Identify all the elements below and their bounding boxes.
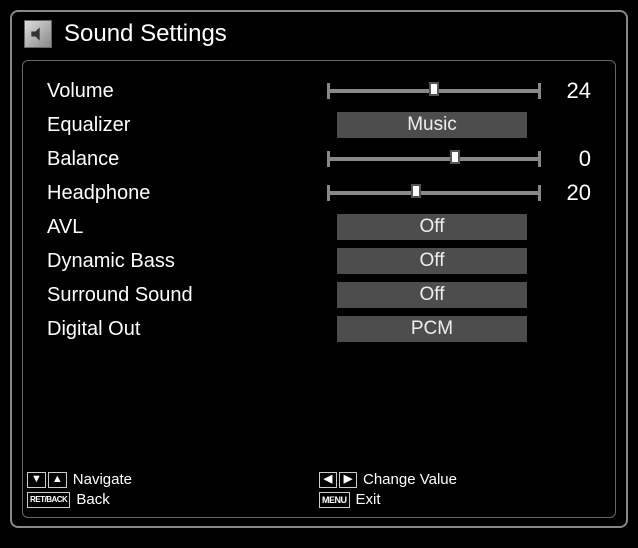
row-dynamic-bass[interactable]: Dynamic Bass Off: [47, 245, 591, 277]
hint-exit-label: Exit: [356, 491, 381, 508]
row-volume[interactable]: Volume 24: [47, 75, 591, 107]
select-dynamic-bass[interactable]: Off: [337, 248, 527, 274]
row-avl[interactable]: AVL Off: [47, 211, 591, 243]
label-headphone: Headphone: [47, 182, 327, 205]
key-left-icon: ◀: [319, 472, 337, 488]
label-balance: Balance: [47, 148, 327, 171]
slider-headphone[interactable]: 20: [327, 180, 591, 206]
row-surround[interactable]: Surround Sound Off: [47, 279, 591, 311]
key-right-icon: ▶: [339, 472, 357, 488]
row-digital-out[interactable]: Digital Out PCM: [47, 313, 591, 345]
slider-volume[interactable]: 24: [327, 78, 591, 104]
hint-navigate-label: Navigate: [73, 471, 132, 488]
value-headphone: 20: [547, 180, 591, 206]
sound-icon: [24, 20, 52, 48]
label-digital-out: Digital Out: [47, 318, 327, 341]
label-surround: Surround Sound: [47, 284, 327, 307]
key-retback: RET/BACK: [27, 492, 70, 508]
key-menu: MENU: [319, 492, 350, 508]
hint-exit: MENU Exit: [319, 491, 611, 508]
key-up-icon: ▲: [48, 472, 67, 488]
label-avl: AVL: [47, 216, 327, 239]
row-headphone[interactable]: Headphone 20: [47, 177, 591, 209]
page-title: Sound Settings: [64, 20, 227, 48]
window-frame: Sound Settings Volume 24 Equalizer Music…: [10, 10, 628, 528]
select-surround[interactable]: Off: [337, 282, 527, 308]
row-balance[interactable]: Balance 0: [47, 143, 591, 175]
label-equalizer: Equalizer: [47, 114, 327, 137]
label-volume: Volume: [47, 80, 327, 103]
select-digital-out[interactable]: PCM: [337, 316, 527, 342]
footer-hints: ▼ ▲ Navigate RET/BACK Back ◀ ▶ Change Va…: [27, 471, 611, 511]
value-balance: 0: [547, 146, 591, 172]
hint-change-value: ◀ ▶ Change Value: [319, 471, 611, 488]
hint-navigate: ▼ ▲ Navigate: [27, 471, 319, 488]
settings-panel: Volume 24 Equalizer Music Balance 0: [22, 60, 616, 518]
hint-back: RET/BACK Back: [27, 491, 319, 508]
label-dynamic-bass: Dynamic Bass: [47, 250, 327, 273]
select-equalizer[interactable]: Music: [337, 112, 527, 138]
hint-change-label: Change Value: [363, 471, 457, 488]
slider-balance[interactable]: 0: [327, 146, 591, 172]
select-avl[interactable]: Off: [337, 214, 527, 240]
row-equalizer[interactable]: Equalizer Music: [47, 109, 591, 141]
hint-back-label: Back: [76, 491, 109, 508]
title-bar: Sound Settings: [12, 12, 626, 56]
value-volume: 24: [547, 78, 591, 104]
key-down-icon: ▼: [27, 472, 46, 488]
